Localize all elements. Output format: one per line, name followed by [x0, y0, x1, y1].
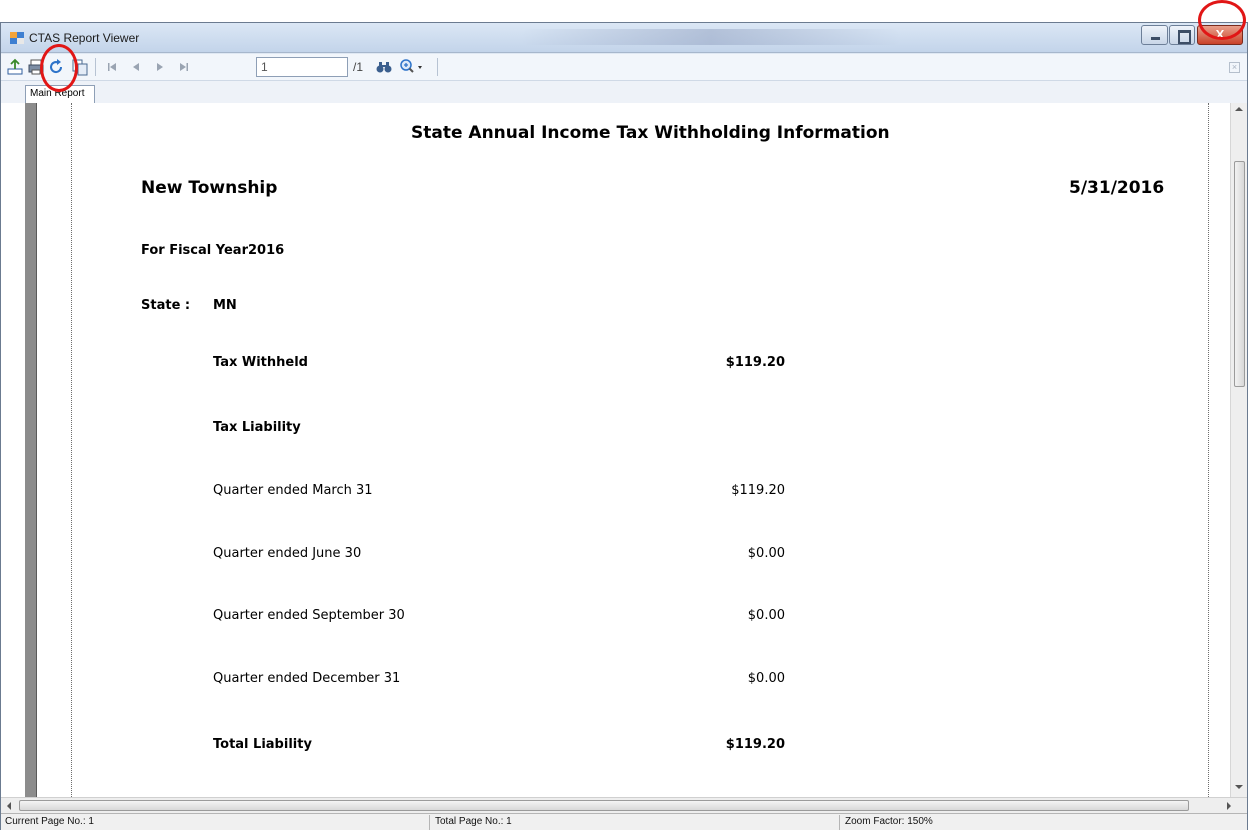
- page-shadow: [25, 103, 37, 797]
- fiscal-year-value: 2016: [248, 243, 285, 258]
- blurred-title-area: [521, 29, 901, 45]
- annotation-circle-close: [1198, 0, 1246, 40]
- title-bar[interactable]: CTAS Report Viewer X: [1, 23, 1247, 53]
- tab-strip: Main Report: [1, 81, 1247, 103]
- toolbar-separator: [95, 58, 96, 76]
- total-liability-value: $119.20: [725, 737, 785, 752]
- scroll-right-icon[interactable]: [1227, 802, 1231, 810]
- scroll-down-icon[interactable]: [1235, 785, 1243, 789]
- quarter-september-value: $0.00: [747, 608, 785, 623]
- quarter-march-label: Quarter ended March 31: [213, 483, 373, 498]
- tax-withheld-value: $119.20: [725, 355, 785, 370]
- status-zoom-factor: Zoom Factor: 150%: [845, 816, 933, 827]
- horizontal-scrollbar[interactable]: [1, 797, 1247, 813]
- status-total-pages: Total Page No.: 1: [435, 816, 512, 827]
- close-report-icon[interactable]: ×: [1229, 62, 1240, 73]
- toolbar: /1 ×: [1, 54, 1247, 81]
- app-icon: [10, 32, 24, 44]
- annotation-circle-print: [40, 44, 78, 92]
- export-icon[interactable]: [6, 58, 24, 76]
- first-page-icon[interactable]: [105, 58, 119, 76]
- vertical-scrollbar[interactable]: [1230, 103, 1247, 797]
- page-margin-left: [71, 103, 72, 797]
- tax-withheld-label: Tax Withheld: [213, 355, 308, 370]
- quarter-december-label: Quarter ended December 31: [213, 671, 401, 686]
- total-pages-label: /1: [353, 60, 364, 74]
- total-liability-label: Total Liability: [213, 737, 312, 752]
- toolbar-separator: [437, 58, 438, 76]
- scroll-up-icon[interactable]: [1235, 107, 1243, 111]
- page-number-input[interactable]: [256, 57, 348, 77]
- quarter-june-label: Quarter ended June 30: [213, 546, 362, 561]
- maximize-button[interactable]: [1169, 25, 1195, 45]
- find-icon[interactable]: [375, 58, 393, 76]
- fiscal-year-label: For Fiscal Year: [141, 243, 248, 258]
- vertical-scroll-thumb[interactable]: [1234, 161, 1245, 387]
- quarter-march-value: $119.20: [731, 483, 785, 498]
- quarter-june-value: $0.00: [747, 546, 785, 561]
- status-bar: Current Page No.: 1 Total Page No.: 1 Zo…: [1, 813, 1247, 830]
- status-divider: [429, 815, 430, 830]
- page-margin-right: [1208, 103, 1209, 797]
- tax-liability-label: Tax Liability: [213, 420, 301, 435]
- report-page[interactable]: State Annual Income Tax Withholding Info…: [1, 103, 1247, 797]
- report-date: 5/31/2016: [1069, 178, 1165, 198]
- quarter-december-value: $0.00: [747, 671, 785, 686]
- status-current-page: Current Page No.: 1: [5, 816, 94, 827]
- zoom-icon[interactable]: [399, 58, 425, 76]
- status-divider: [839, 815, 840, 830]
- report-viewer-window: CTAS Report Viewer X 1 /1 × Main Report …: [0, 22, 1248, 830]
- state-label: State :: [141, 298, 191, 313]
- next-page-icon[interactable]: [153, 58, 167, 76]
- last-page-icon[interactable]: [177, 58, 191, 76]
- window-title: CTAS Report Viewer: [29, 31, 140, 45]
- minimize-button[interactable]: [1141, 25, 1168, 45]
- township-name: New Township: [141, 178, 278, 198]
- scroll-left-icon[interactable]: [7, 802, 11, 810]
- state-value: MN: [213, 298, 237, 313]
- quarter-september-label: Quarter ended September 30: [213, 608, 405, 623]
- previous-page-icon[interactable]: [129, 58, 143, 76]
- horizontal-scroll-thumb[interactable]: [19, 800, 1189, 811]
- report-title: State Annual Income Tax Withholding Info…: [411, 123, 890, 143]
